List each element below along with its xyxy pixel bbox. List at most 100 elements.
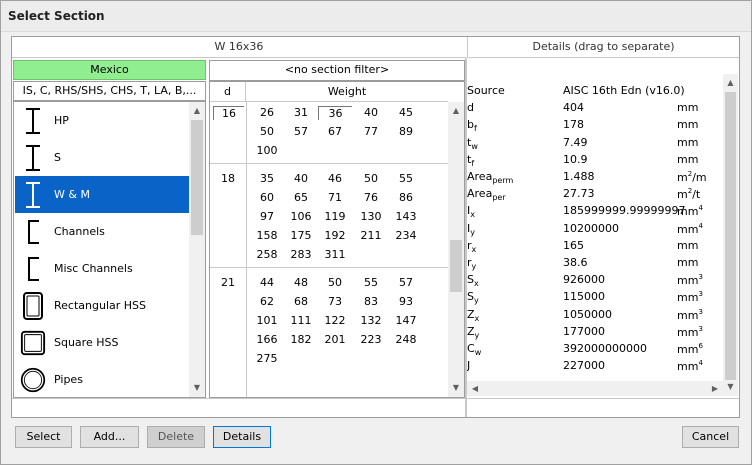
weight-cell[interactable]: 311 — [318, 248, 352, 261]
details-button[interactable]: Details — [213, 426, 271, 448]
select-button[interactable]: Select — [15, 426, 72, 448]
weight-cell[interactable]: 40 — [354, 106, 388, 119]
category-label: Pipes — [54, 373, 83, 386]
weight-cell[interactable]: 40 — [284, 172, 318, 185]
weight-cell[interactable]: 283 — [284, 248, 318, 261]
details-scroll-right-arrow-icon[interactable]: ▶ — [709, 381, 721, 396]
weight-cell[interactable]: 46 — [318, 172, 352, 185]
weight-cell[interactable]: 130 — [354, 210, 388, 223]
weight-cell[interactable]: 158 — [250, 229, 284, 242]
weight-cell[interactable]: 50 — [318, 276, 352, 289]
weight-cell[interactable]: 97 — [250, 210, 284, 223]
weight-cell[interactable]: 234 — [389, 229, 423, 242]
category-item[interactable]: W & M — [15, 176, 189, 213]
weight-cell[interactable]: 275 — [250, 352, 284, 365]
weight-cell[interactable]: 182 — [284, 333, 318, 346]
weight-cell[interactable]: 73 — [318, 295, 352, 308]
details-horizontal-scrollbar[interactable]: ◀ ▶ — [467, 381, 723, 396]
weight-cell[interactable]: 119 — [318, 210, 352, 223]
weight-cell[interactable]: 45 — [389, 106, 423, 119]
weight-cell[interactable]: 76 — [354, 191, 388, 204]
weight-cell[interactable]: 132 — [354, 314, 388, 327]
grid-header-weight-label: Weight — [327, 85, 367, 98]
grid-scroll-up-arrow-icon[interactable]: ▲ — [448, 104, 464, 118]
weight-cell[interactable]: 35 — [250, 172, 284, 185]
details-scrollbar[interactable]: ▲ ▼ — [723, 74, 738, 396]
property-value: 10.9 — [563, 152, 588, 166]
grid-scroll-thumb[interactable] — [450, 240, 462, 292]
weight-cell[interactable]: 55 — [354, 276, 388, 289]
weight-cell[interactable]: 50 — [250, 125, 284, 138]
depth-cell[interactable]: 18 — [210, 172, 246, 185]
add-button[interactable]: Add... — [80, 426, 139, 448]
weight-cell[interactable]: 83 — [354, 295, 388, 308]
weight-cell[interactable]: 223 — [354, 333, 388, 346]
weight-cell[interactable]: 71 — [318, 191, 352, 204]
weight-cell[interactable]: 50 — [354, 172, 388, 185]
category-item[interactable]: Square HSS — [15, 324, 189, 361]
weight-cell[interactable]: 122 — [318, 314, 352, 327]
weight-cell[interactable]: 48 — [284, 276, 318, 289]
weight-cell[interactable]: 86 — [389, 191, 423, 204]
category-label: S — [54, 151, 61, 164]
depth-cell[interactable]: 21 — [210, 276, 246, 289]
weight-cell[interactable]: 60 — [250, 191, 284, 204]
weight-cell[interactable]: 93 — [389, 295, 423, 308]
details-scroll-up-arrow-icon[interactable]: ▲ — [723, 76, 738, 90]
delete-button[interactable]: Delete — [147, 426, 205, 448]
weight-cell[interactable]: 166 — [250, 333, 284, 346]
category-scroll-thumb[interactable] — [191, 120, 203, 235]
grid-scroll-down-arrow-icon[interactable]: ▼ — [448, 381, 464, 395]
weight-cell[interactable]: 36 — [318, 106, 352, 120]
weight-cell[interactable]: 65 — [284, 191, 318, 204]
weight-cell[interactable]: 248 — [389, 333, 423, 346]
details-scroll-thumb[interactable] — [725, 92, 736, 380]
section-grid[interactable]: d Weight 16 26 31 36 40 45 50 57 67 77 89 100 18 35 40… — [209, 81, 465, 398]
weight-cell[interactable]: 201 — [318, 333, 352, 346]
details-scroll-left-arrow-icon[interactable]: ◀ — [469, 381, 481, 396]
weight-cell[interactable]: 57 — [389, 276, 423, 289]
property-name: Zx — [467, 308, 479, 323]
scroll-down-arrow-icon[interactable]: ▼ — [189, 381, 205, 395]
property-unit: mm6 — [677, 342, 703, 356]
weight-cell[interactable]: 31 — [284, 106, 318, 119]
category-item[interactable]: Pipes — [15, 361, 189, 397]
section-filter[interactable]: <no section filter> — [209, 60, 465, 81]
weight-cell[interactable]: 68 — [284, 295, 318, 308]
grid-scrollbar[interactable]: ▲ ▼ — [448, 102, 464, 397]
weight-cell[interactable]: 55 — [389, 172, 423, 185]
weight-cell[interactable]: 67 — [318, 125, 352, 138]
depth-cell[interactable]: 16 — [213, 106, 244, 120]
cancel-button[interactable]: Cancel — [682, 426, 739, 448]
category-item[interactable]: Channels — [15, 213, 189, 250]
weight-cell[interactable]: 111 — [284, 314, 318, 327]
category-item[interactable]: S — [15, 139, 189, 176]
weight-cell[interactable]: 57 — [284, 125, 318, 138]
category-item[interactable]: Rectangular HSS — [15, 287, 189, 324]
weight-cell[interactable]: 77 — [354, 125, 388, 138]
weight-cell[interactable]: 147 — [389, 314, 423, 327]
weight-cell[interactable]: 89 — [389, 125, 423, 138]
unit-base: mm — [677, 325, 699, 339]
category-list[interactable]: HP S W & M Channels Misc Channels Rectangular… — [13, 101, 206, 398]
category-item[interactable]: HP — [15, 102, 189, 139]
details-scroll-down-arrow-icon[interactable]: ▼ — [723, 380, 738, 394]
weight-cell[interactable]: 211 — [354, 229, 388, 242]
category-scrollbar[interactable]: ▲ ▼ — [189, 102, 205, 397]
weight-cell[interactable]: 26 — [250, 106, 284, 119]
weight-cell[interactable]: 101 — [250, 314, 284, 327]
country-selector[interactable]: Mexico — [13, 60, 206, 80]
weight-cell[interactable]: 62 — [250, 295, 284, 308]
details-header[interactable]: Details (drag to separate) — [467, 37, 739, 58]
weight-cell[interactable]: 258 — [250, 248, 284, 261]
scroll-up-arrow-icon[interactable]: ▲ — [189, 104, 205, 118]
weight-cell[interactable]: 192 — [318, 229, 352, 242]
weight-cell[interactable]: 106 — [284, 210, 318, 223]
weight-cell[interactable]: 175 — [284, 229, 318, 242]
weight-cell[interactable]: 100 — [250, 144, 284, 157]
weight-cell[interactable]: 143 — [389, 210, 423, 223]
category-item[interactable]: Misc Channels — [15, 250, 189, 287]
shape-type-filter[interactable]: IS, C, RHS/SHS, CHS, T, LA, B,... — [13, 81, 206, 101]
unit-exponent: 4 — [698, 204, 703, 213]
weight-cell[interactable]: 44 — [250, 276, 284, 289]
